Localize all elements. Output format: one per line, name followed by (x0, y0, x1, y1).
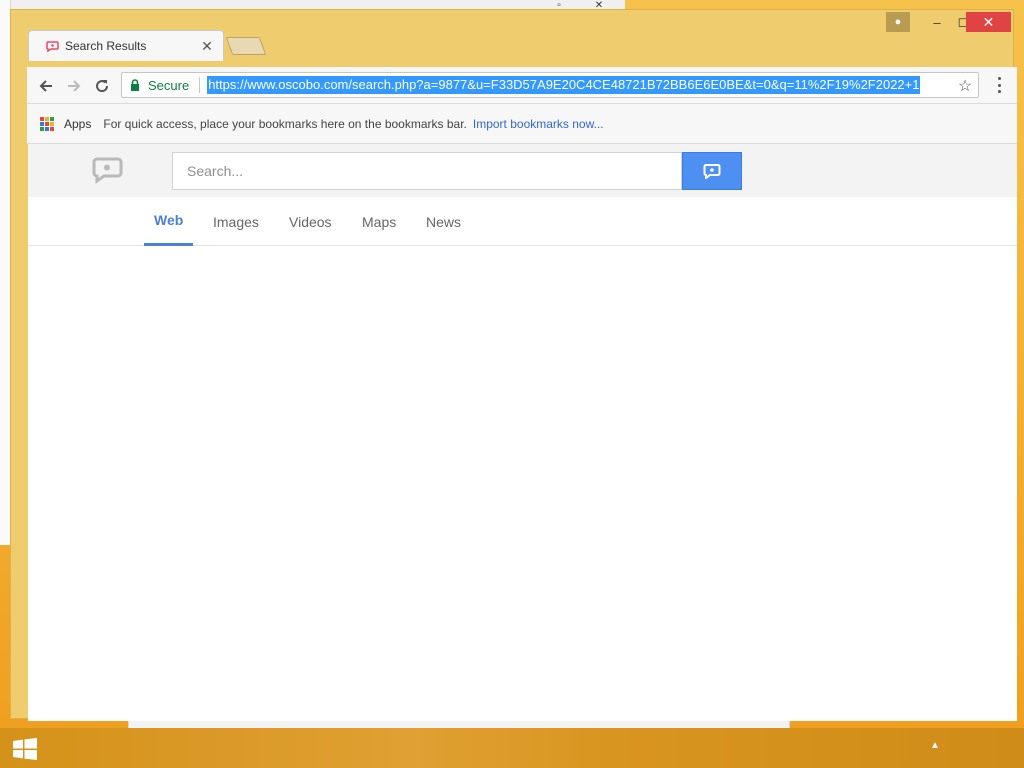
search-input[interactable] (172, 152, 682, 190)
tab-web[interactable]: Web (144, 197, 194, 246)
apps-shortcut[interactable]: Apps (64, 117, 91, 131)
search-button[interactable] (682, 152, 742, 190)
browser-tab[interactable]: Search Results ✕ (28, 30, 224, 61)
search-icon (703, 164, 721, 179)
search-header (28, 144, 1017, 197)
windows-start-icon[interactable] (12, 738, 37, 760)
omnibox-separator (199, 77, 201, 93)
tab-images[interactable]: Images (213, 197, 259, 246)
new-tab-button[interactable] (225, 37, 267, 55)
back-arrow-icon[interactable] (33, 73, 59, 99)
forward-arrow-icon[interactable] (61, 73, 87, 99)
secure-label[interactable]: Secure (148, 78, 189, 93)
tab-news[interactable]: News (426, 197, 461, 246)
import-bookmarks-link[interactable]: Import bookmarks now... (473, 117, 604, 131)
oscobo-favicon-icon (45, 39, 59, 53)
url-text[interactable]: https://www.oscobo.com/search.php?a=9877… (207, 76, 921, 94)
tab-videos[interactable]: Videos (289, 197, 332, 246)
tray-chevron-up-icon[interactable]: ▲ (930, 740, 940, 751)
star-icon[interactable]: ☆ (955, 76, 975, 96)
address-bar[interactable]: Secure https://www.oscobo.com/search.php… (121, 72, 979, 98)
lock-icon (130, 79, 142, 91)
result-type-tabs: Web Images Videos Maps News (28, 197, 1017, 246)
reload-icon[interactable] (89, 73, 115, 99)
apps-grid-icon[interactable] (40, 116, 54, 131)
browser-window: ● – ◻ ✕ Search Results ✕ Secure https://… (10, 9, 1017, 721)
close-window-button[interactable]: ✕ (966, 12, 1011, 32)
tab-title: Search Results (65, 39, 147, 53)
tab-maps[interactable]: Maps (362, 197, 396, 246)
close-icon[interactable]: ✕ (197, 38, 217, 55)
user-profile-icon[interactable]: ● (886, 12, 910, 32)
menu-dots-icon[interactable] (991, 75, 1007, 95)
page-content: Web Images Videos Maps News (28, 144, 1017, 721)
oscobo-logo-icon[interactable] (90, 156, 124, 184)
taskbar: ▲ (0, 728, 1024, 768)
browser-toolbar: Secure https://www.oscobo.com/search.php… (27, 67, 1017, 104)
bookmarks-bar: Apps For quick access, place your bookma… (27, 104, 1017, 144)
bookmarks-hint: For quick access, place your bookmarks h… (103, 116, 467, 131)
